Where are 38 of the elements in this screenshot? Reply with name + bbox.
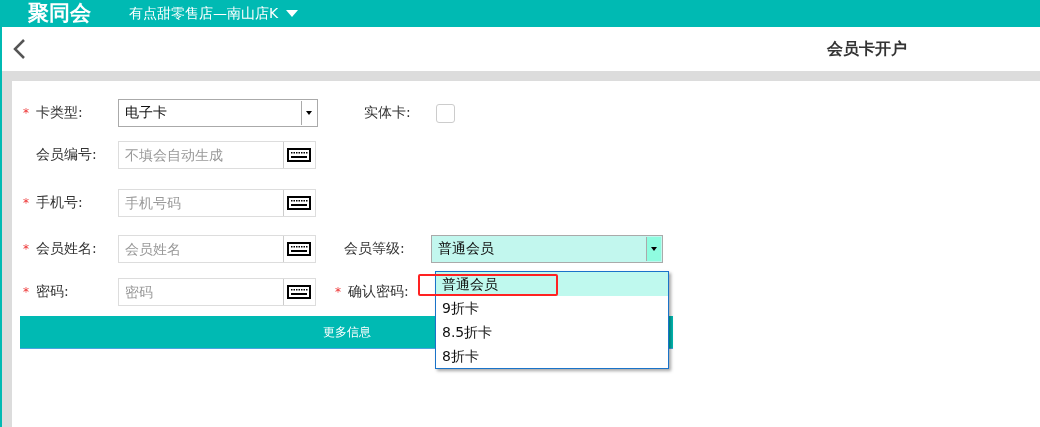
keyboard-button[interactable] <box>283 142 314 168</box>
keyboard-icon <box>287 148 311 162</box>
dropdown-option[interactable]: 8.5折卡 <box>436 320 668 344</box>
caret-icon <box>306 111 312 115</box>
phone-field[interactable]: 手机号码 <box>118 189 316 217</box>
member-level-select[interactable]: 普通会员 <box>431 235 663 263</box>
password-field[interactable]: 密码 <box>118 278 316 306</box>
keyboard-icon <box>287 242 311 256</box>
field-label: 实体卡: <box>364 104 412 122</box>
field-label: 密码: <box>36 283 70 301</box>
keyboard-button[interactable] <box>283 236 314 262</box>
page-title: 会员卡开户 <box>827 38 907 60</box>
logo: 聚同会 <box>28 3 91 24</box>
field-label: 手机号: <box>36 194 84 212</box>
card-type-select[interactable]: 电子卡 <box>118 99 318 127</box>
name-field[interactable]: 会员姓名 <box>118 235 316 263</box>
field-label: 会员等级: <box>344 240 406 258</box>
dropdown-option[interactable]: 普通会员 <box>436 272 668 296</box>
required-mark: * <box>335 285 341 299</box>
keyboard-icon <box>287 285 311 299</box>
field-label: 会员编号: <box>36 146 98 164</box>
field-label: 卡类型: <box>36 104 84 122</box>
field-label: 会员姓名: <box>36 240 98 258</box>
required-mark: * <box>23 196 29 210</box>
field-label: 确认密码: <box>348 283 410 301</box>
caret-icon <box>286 10 299 17</box>
member-number-field[interactable]: 不填会自动生成 <box>118 141 316 169</box>
dropdown-option[interactable]: 8折卡 <box>436 344 668 368</box>
back-icon[interactable] <box>12 38 26 60</box>
required-mark: * <box>23 106 29 120</box>
required-mark: * <box>23 242 29 256</box>
dropdown-option[interactable]: 9折卡 <box>436 296 668 320</box>
keyboard-button[interactable] <box>283 190 314 216</box>
keyboard-icon <box>287 196 311 210</box>
keyboard-button[interactable] <box>283 279 314 305</box>
required-mark: * <box>23 285 29 299</box>
caret-icon <box>651 247 657 251</box>
physical-card-checkbox[interactable] <box>436 103 455 123</box>
